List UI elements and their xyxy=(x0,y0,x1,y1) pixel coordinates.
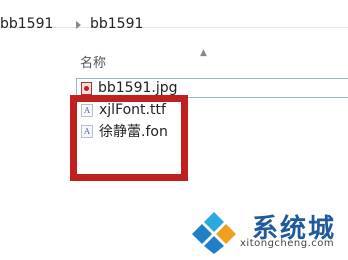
red-highlight-box xyxy=(70,95,188,181)
breadcrumb-item-current[interactable]: bb1591 xyxy=(90,16,143,32)
column-header-name[interactable]: 名称 xyxy=(80,52,106,71)
explorer-window: bb1591 bb1591 名称 ▲ bb1591.jpg A xjlFont.… xyxy=(0,0,348,260)
breadcrumb: bb1591 bb1591 xyxy=(0,0,348,32)
sort-up-icon: ▲ xyxy=(200,48,207,58)
xitongcheng-logo-icon xyxy=(192,212,236,254)
brand-name-en: xitongcheng.com xyxy=(240,238,335,249)
breadcrumb-item-parent[interactable]: bb1591 xyxy=(0,16,53,32)
column-header-row: 名称 xyxy=(0,40,348,74)
file-name: bb1591.jpg xyxy=(98,80,178,96)
jpg-image-icon xyxy=(81,81,92,95)
chevron-right-icon[interactable] xyxy=(76,21,81,29)
